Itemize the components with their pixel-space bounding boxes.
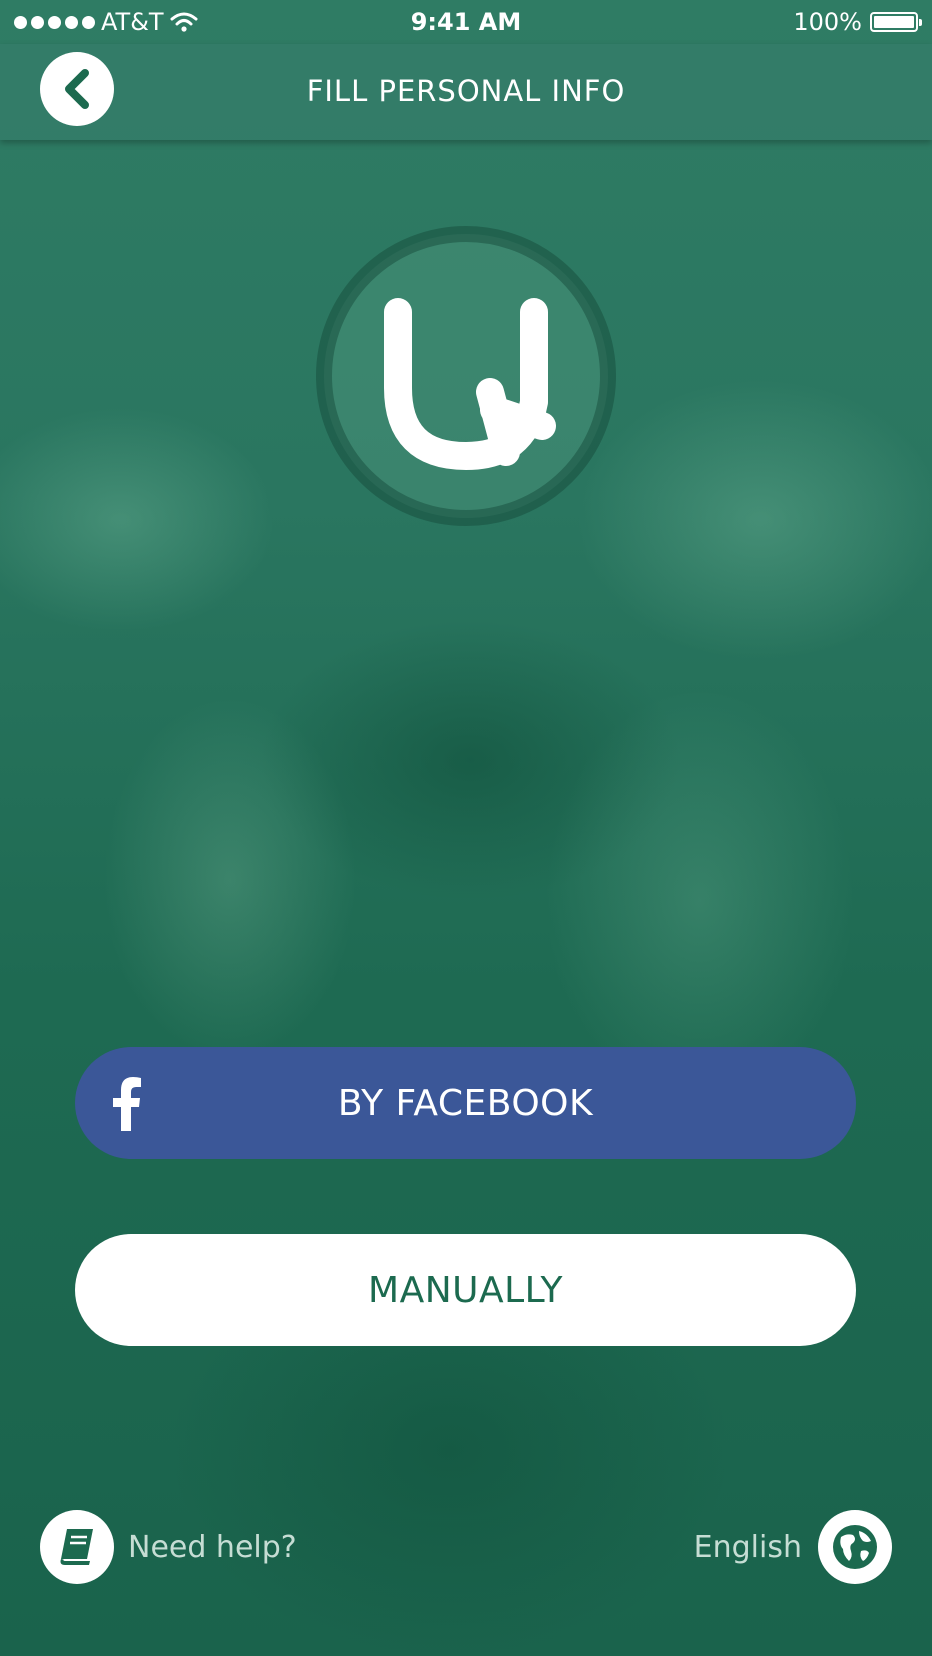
manual-entry-button[interactable]: MANUALLY [75, 1234, 856, 1346]
facebook-button-label: BY FACEBOOK [337, 1082, 594, 1124]
battery-icon [870, 12, 922, 32]
status-time: 9:41 AM [410, 8, 522, 36]
page-title: FILL PERSONAL INFO [306, 74, 626, 108]
facebook-icon [113, 1077, 141, 1131]
battery-percent: 100% [793, 8, 862, 36]
facebook-login-button[interactable]: BY FACEBOOK [75, 1047, 856, 1159]
manual-button-label: MANUALLY [368, 1269, 563, 1311]
language-icon-button [818, 1510, 892, 1584]
help-label: Need help? [128, 1529, 297, 1565]
app-logo-icon [316, 226, 616, 526]
status-bar: AT&T 9:41 AM 100% [0, 0, 932, 44]
help-icon-button [40, 1510, 114, 1584]
status-right: 100% [793, 8, 922, 36]
language-label: English [693, 1529, 802, 1565]
globe-icon [833, 1525, 877, 1569]
book-icon [60, 1529, 93, 1565]
language-selector[interactable]: English [694, 1510, 892, 1584]
navigation-bar: FILL PERSONAL INFO [0, 44, 932, 140]
help-link[interactable]: Need help? [40, 1510, 297, 1584]
